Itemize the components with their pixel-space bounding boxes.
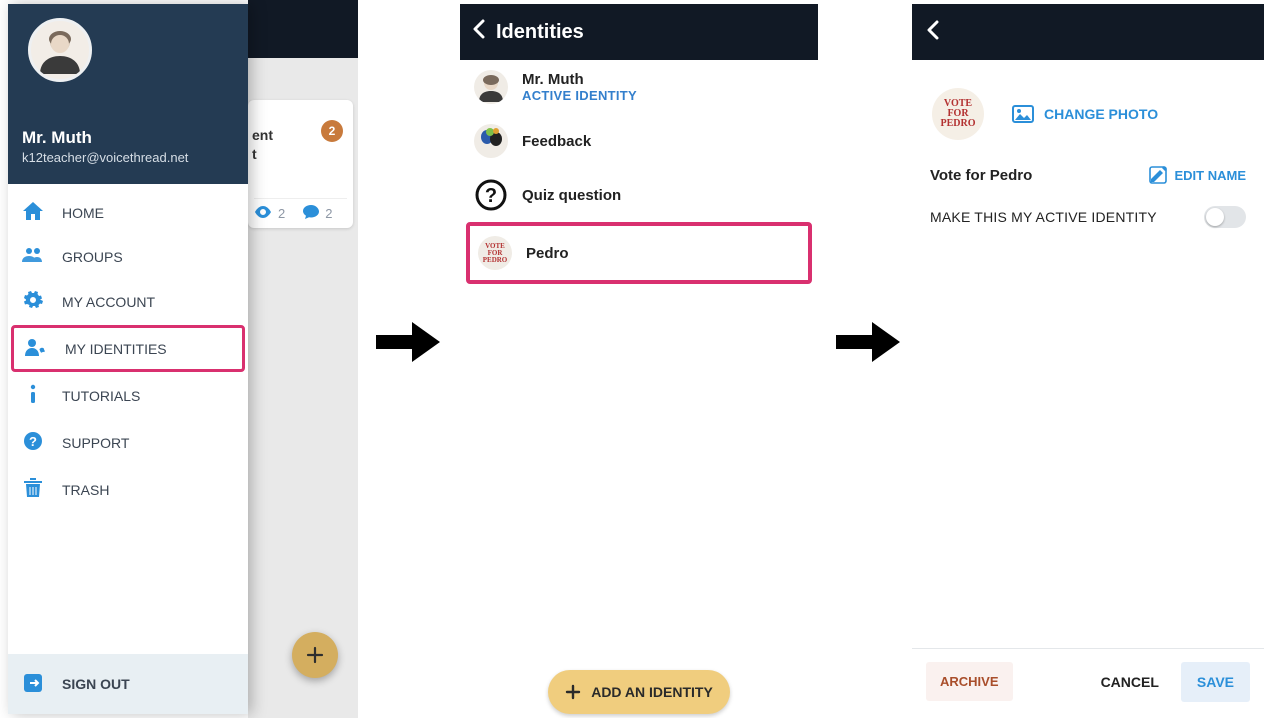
menu-tutorials[interactable]: TUTORIALS: [8, 372, 248, 419]
bg-topbar: 2: [248, 0, 358, 58]
identity-row-active[interactable]: Mr. Muth ACTIVE IDENTITY: [460, 60, 818, 114]
save-button[interactable]: SAVE: [1181, 662, 1250, 702]
back-chevron-icon[interactable]: [926, 20, 940, 45]
drawer-header: Mr. Muth k12teacher@voicethread.net: [8, 4, 248, 184]
edit-name-label: EDIT NAME: [1175, 168, 1247, 183]
edit-footer: ARCHIVE CANCEL SAVE: [912, 648, 1264, 714]
menu-groups-label: GROUPS: [62, 249, 123, 265]
change-photo-button[interactable]: CHANGE PHOTO: [1012, 105, 1158, 123]
content-card[interactable]: entt 2 2 2: [248, 100, 353, 228]
comments-icon: [303, 205, 319, 222]
add-identity-label: ADD AN IDENTITY: [591, 684, 713, 700]
identity-row[interactable]: ? Quiz question: [460, 168, 818, 222]
drawer-username: Mr. Muth: [22, 128, 234, 148]
menu-signout-label: SIGN OUT: [62, 676, 130, 692]
menu-tutorials-label: TUTORIALS: [62, 388, 140, 404]
help-icon: ?: [22, 431, 44, 454]
drawer-menu: HOME GROUPS MY ACCOUNT MY IDENTITIES: [8, 184, 248, 513]
drawer-email: k12teacher@voicethread.net: [22, 150, 234, 165]
identity-row-pedro[interactable]: VOTEFORPEDRO Pedro: [466, 222, 812, 284]
back-chevron-icon[interactable]: [472, 19, 486, 45]
menu-identities-label: MY IDENTITIES: [65, 341, 167, 357]
menu-trash-label: TRASH: [62, 482, 109, 498]
trash-icon: [22, 478, 44, 501]
flow-arrow-icon: [836, 320, 900, 364]
views-icon: [254, 206, 272, 221]
menu-account[interactable]: MY ACCOUNT: [8, 278, 248, 325]
svg-text:?: ?: [29, 434, 37, 449]
menu-home[interactable]: HOME: [8, 190, 248, 235]
menu-trash[interactable]: TRASH: [8, 466, 248, 513]
card-badge: 2: [321, 120, 343, 142]
avatar: [474, 70, 508, 104]
identity-name: Mr. Muth: [522, 71, 637, 88]
menu-signout[interactable]: SIGN OUT: [8, 654, 248, 714]
identity-subtitle: ACTIVE IDENTITY: [522, 88, 637, 103]
make-active-label: MAKE THIS MY ACTIVE IDENTITY: [930, 209, 1157, 225]
identities-header: Identities: [460, 4, 818, 60]
comments-count: 2: [325, 206, 332, 221]
panel-identity-edit: VOTEFORPEDRO CHANGE PHOTO Vote for Pedro…: [912, 4, 1264, 714]
menu-groups[interactable]: GROUPS: [8, 235, 248, 278]
card-stats: 2 2: [254, 198, 347, 222]
gear-icon: [22, 290, 44, 313]
identity-name: Quiz question: [522, 187, 621, 204]
identity-name: Pedro: [526, 245, 569, 262]
home-icon: [22, 202, 44, 223]
menu-account-label: MY ACCOUNT: [62, 294, 155, 310]
info-icon: [22, 384, 44, 407]
add-identity-button[interactable]: ADD AN IDENTITY: [548, 670, 730, 714]
edit-name-button[interactable]: EDIT NAME: [1149, 166, 1247, 184]
make-active-toggle[interactable]: [1204, 206, 1246, 228]
panel-identities-list: Identities Mr. Muth ACTIVE IDENTITY Feed…: [460, 4, 818, 714]
archive-button[interactable]: ARCHIVE: [926, 662, 1013, 701]
edit-header: [912, 4, 1264, 60]
cancel-button[interactable]: CANCEL: [1087, 662, 1173, 702]
identities-icon: [25, 338, 47, 359]
identity-name-display: Vote for Pedro: [930, 167, 1032, 184]
avatar: [474, 124, 508, 158]
menu-identities[interactable]: MY IDENTITIES: [11, 325, 245, 372]
pencil-icon: [1149, 166, 1167, 184]
nav-drawer: Mr. Muth k12teacher@voicethread.net HOME…: [8, 4, 248, 714]
identities-title: Identities: [496, 21, 584, 44]
menu-support[interactable]: ? SUPPORT: [8, 419, 248, 466]
question-icon: ?: [474, 178, 508, 212]
groups-icon: [22, 247, 44, 266]
plus-icon: [565, 684, 581, 700]
menu-support-label: SUPPORT: [62, 435, 129, 451]
flow-arrow-icon: [376, 320, 440, 364]
change-photo-label: CHANGE PHOTO: [1044, 106, 1158, 122]
svg-text:?: ?: [485, 185, 497, 207]
views-count: 2: [278, 206, 285, 221]
avatar[interactable]: [28, 18, 92, 82]
fab-add[interactable]: [292, 632, 338, 678]
identity-name: Feedback: [522, 133, 591, 150]
image-icon: [1012, 105, 1034, 123]
edit-body: VOTEFORPEDRO CHANGE PHOTO Vote for Pedro…: [912, 60, 1264, 228]
signout-icon: [22, 673, 44, 696]
menu-home-label: HOME: [62, 205, 104, 221]
identity-avatar[interactable]: VOTEFORPEDRO: [932, 88, 984, 140]
avatar: VOTEFORPEDRO: [478, 236, 512, 270]
identity-row[interactable]: Feedback: [460, 114, 818, 168]
card-title-fragment: entt: [252, 126, 273, 164]
panel-drawer-screen: 2 entt 2 2 2 Mr. Muth k12teacher@vo: [0, 0, 358, 718]
